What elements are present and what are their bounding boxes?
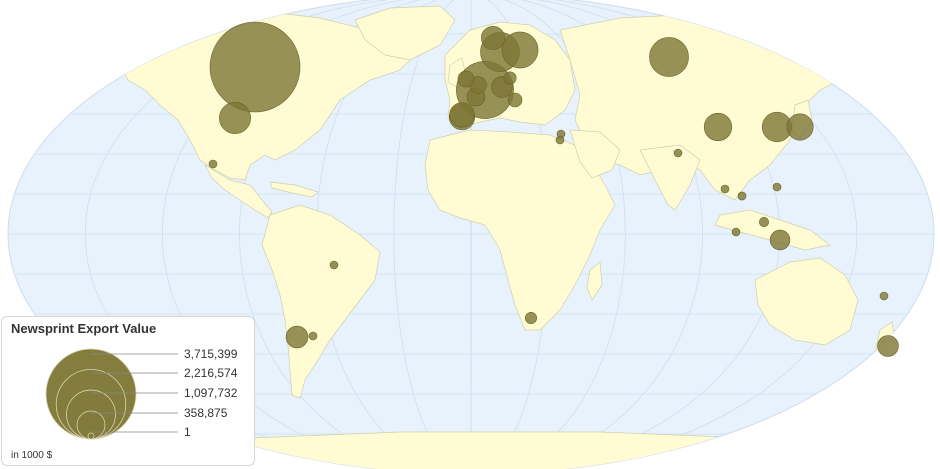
map-stage: Newsprint Export Value 3,715,399 2,216,57…	[0, 0, 940, 469]
bubble-russia[interactable]	[649, 37, 689, 77]
legend-unit-note: in 1000 $	[11, 450, 53, 461]
bubble-chile[interactable]	[285, 325, 309, 349]
legend-circle	[87, 432, 95, 440]
bubble-finland[interactable]	[501, 31, 539, 69]
legend-label: 1,097,732	[184, 386, 238, 400]
bubble-india[interactable]	[673, 148, 683, 158]
bubble-egypt[interactable]	[555, 135, 565, 145]
legend-label: 1	[184, 425, 191, 439]
bubble-philippines[interactable]	[759, 217, 769, 227]
bubble-china[interactable]	[703, 112, 733, 142]
bubble-canada[interactable]	[209, 21, 301, 113]
bubble-taiwan[interactable]	[772, 182, 782, 192]
bubble-malaysia[interactable]	[737, 191, 747, 201]
bubble-indonesia[interactable]	[769, 229, 791, 251]
bubble-mexico[interactable]	[208, 159, 218, 169]
bubble-japan[interactable]	[786, 113, 814, 141]
bubble-vietnam[interactable]	[731, 227, 741, 237]
bubble-brazil[interactable]	[329, 260, 339, 270]
bubble-australia[interactable]	[879, 291, 889, 301]
bubble-argentina[interactable]	[308, 331, 318, 341]
bubble-poland[interactable]	[503, 71, 517, 85]
bubble-new-zealand[interactable]	[877, 335, 899, 357]
bubble-norway[interactable]	[481, 26, 505, 50]
legend-label: 358,875	[184, 406, 228, 420]
bubble-spain[interactable]	[449, 102, 475, 128]
bubble-united-kingdom[interactable]	[457, 70, 475, 88]
bubble-italy[interactable]	[507, 92, 523, 108]
bubble-south-africa[interactable]	[524, 311, 538, 325]
legend-label: 3,715,399	[184, 347, 238, 361]
legend-label: 2,216,574	[184, 366, 238, 380]
bubble-united-states[interactable]	[219, 102, 251, 134]
legend-panel: Newsprint Export Value 3,715,399 2,216,57…	[1, 316, 255, 466]
bubble-thailand[interactable]	[720, 184, 730, 194]
